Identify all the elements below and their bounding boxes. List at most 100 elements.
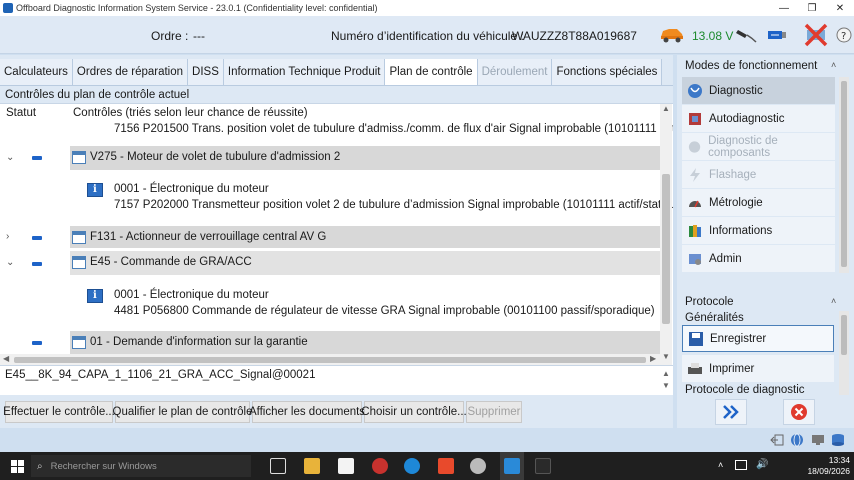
mode-metrologie[interactable]: Métrologie: [682, 189, 835, 216]
tab-calculateurs[interactable]: Calculateurs: [0, 59, 73, 85]
list-item[interactable]: 0001 - Électronique du moteur: [114, 289, 269, 301]
task-view-icon[interactable]: [270, 458, 286, 474]
chevron-down-icon[interactable]: ⌄: [6, 257, 14, 268]
mode-autodiagnostic[interactable]: Autodiagnostic: [682, 105, 835, 132]
database-icon[interactable]: [831, 433, 845, 447]
printer-icon: [688, 362, 702, 374]
car-icon: [661, 29, 683, 43]
windows-start-icon[interactable]: [11, 460, 24, 473]
edge-browser-icon[interactable]: [404, 458, 420, 474]
help-icon[interactable]: ?: [836, 26, 852, 44]
tab-plan-controle[interactable]: Plan de contrôle: [385, 59, 478, 85]
close-button[interactable]: ✕: [826, 0, 854, 16]
perform-control-button[interactable]: Effectuer le contrôle...: [3, 401, 115, 423]
file-explorer-icon[interactable]: [304, 458, 320, 474]
scroll-down-icon[interactable]: ▼: [662, 352, 670, 361]
protocol-scrollbar[interactable]: [839, 311, 849, 395]
logout-icon[interactable]: [770, 433, 784, 447]
qualify-plan-button[interactable]: Qualifier le plan de contrôle: [113, 401, 253, 423]
title-bar: Offboard Diagnostic Information System S…: [0, 0, 854, 16]
print-label: Imprimer: [709, 362, 755, 375]
list-item[interactable]: 7157 P202000 Transmetteur position volet…: [114, 199, 673, 211]
collapse-icon[interactable]: ˄: [831, 296, 836, 306]
status-indicator: [32, 156, 42, 160]
show-documents-button[interactable]: Afficher les documents: [249, 401, 365, 423]
save-label: Enregistrer: [710, 332, 767, 345]
save-button[interactable]: Enregistrer: [682, 325, 834, 352]
app-orange-icon[interactable]: [438, 458, 454, 474]
search-icon: ⌕: [37, 460, 43, 472]
odis-app-icon[interactable]: [504, 458, 520, 474]
group-header[interactable]: V275 - Moteur de volet de tubulure d'adm…: [70, 146, 660, 170]
horizontal-scrollbar[interactable]: ◀ ▶: [0, 354, 660, 365]
info-icon[interactable]: [87, 183, 103, 197]
list-item[interactable]: 0001 - Électronique du moteur: [114, 183, 269, 195]
mode-label: Flashage: [709, 168, 757, 181]
collapse-icon[interactable]: ˄: [831, 60, 836, 70]
store-icon[interactable]: [338, 458, 354, 474]
scroll-thumb[interactable]: [14, 357, 646, 363]
taskbar-clock[interactable]: 13:34 18/09/2026: [790, 455, 850, 477]
app-red-icon[interactable]: [372, 458, 388, 474]
navigation-bar: [677, 395, 854, 428]
monitor-icon[interactable]: [811, 433, 825, 447]
next-button[interactable]: [715, 399, 747, 425]
vci-connector-icon[interactable]: [735, 26, 757, 44]
mode-label: Métrologie: [709, 196, 763, 209]
chevron-right-icon[interactable]: ›: [6, 231, 9, 242]
restore-button[interactable]: ❐: [798, 0, 826, 16]
tab-diss[interactable]: DISS: [188, 59, 224, 85]
status-indicator: [32, 236, 42, 240]
scroll-up-icon[interactable]: ▲: [662, 104, 670, 113]
scroll-thumb[interactable]: [841, 81, 847, 267]
detail-box: E45__8K_94_CAPA_1_1106_21_GRA_ACC_Signal…: [0, 365, 673, 395]
modes-scrollbar[interactable]: [839, 77, 849, 273]
scroll-thumb[interactable]: [662, 174, 670, 324]
list-item[interactable]: 7156 P201500 Trans. position volet de tu…: [114, 123, 673, 135]
mode-label: Diagnostic de composants: [708, 134, 778, 159]
mode-admin[interactable]: Admin: [682, 245, 835, 272]
mode-diagnostic[interactable]: Diagnostic: [682, 77, 835, 104]
status-indicator: [32, 341, 42, 345]
tab-fonctions-speciales[interactable]: Fonctions spéciales: [552, 59, 663, 85]
scroll-right-icon[interactable]: ▶: [650, 354, 656, 363]
order-value: ---: [193, 29, 205, 43]
chevron-down-icon[interactable]: ⌄: [6, 152, 14, 163]
vertical-scrollbar[interactable]: ▲ ▼: [660, 104, 672, 365]
print-button[interactable]: Imprimer: [682, 355, 834, 382]
mode-label: Diagnostic: [709, 84, 763, 97]
disconnected-vehicle-icon[interactable]: [803, 22, 829, 48]
tab-bar: Calculateurs Ordres de réparation DISS I…: [0, 59, 663, 85]
network-icon[interactable]: [735, 460, 747, 470]
scroll-left-icon[interactable]: ◀: [3, 354, 9, 363]
group-header[interactable]: E45 - Commande de GRA/ACC: [70, 251, 660, 275]
floppy-disk-icon: [689, 331, 703, 346]
system-tray-icons[interactable]: ˄: [718, 460, 723, 470]
volume-icon[interactable]: 🔊: [756, 459, 768, 470]
group-header[interactable]: 01 - Demande d'information sur la garant…: [70, 331, 660, 355]
network-globe-icon[interactable]: [790, 433, 804, 447]
window-title: Offboard Diagnostic Information System S…: [16, 3, 378, 13]
list-item[interactable]: 4481 P056800 Commande de régulateur de v…: [114, 305, 655, 317]
group-header[interactable]: F131 - Actionneur de verrouillage centra…: [70, 226, 660, 248]
control-plan-list[interactable]: Statut Contrôles (triés selon leur chanc…: [0, 103, 673, 365]
vehicle-header: Ordre : --- Numéro d’identification du v…: [0, 16, 854, 54]
usb-icon[interactable]: [766, 26, 788, 44]
tab-ordres-reparation[interactable]: Ordres de réparation: [72, 59, 189, 85]
column-header-status[interactable]: Statut: [6, 107, 36, 119]
minimize-button[interactable]: —: [770, 0, 798, 16]
books-icon: [689, 224, 701, 237]
windows-taskbar: ⌕ Rechercher sur Windows ˄ 🔊 13:34 18/09…: [0, 452, 854, 480]
vw-icon[interactable]: [470, 458, 486, 474]
mode-informations[interactable]: Informations: [682, 217, 835, 244]
info-icon[interactable]: [87, 289, 103, 303]
cancel-button[interactable]: [783, 399, 815, 425]
taskbar-search[interactable]: ⌕ Rechercher sur Windows: [31, 455, 251, 477]
detail-scroll-icon[interactable]: ▲ ▼: [662, 368, 670, 392]
scroll-thumb[interactable]: [841, 315, 847, 355]
column-header-controls[interactable]: Contrôles (triés selon leur chance de ré…: [73, 107, 308, 119]
group-title: 01 - Demande d'information sur la garant…: [90, 336, 308, 348]
tab-information-technique[interactable]: Information Technique Produit: [223, 59, 386, 85]
choose-control-button[interactable]: Choisir un contrôle...: [361, 401, 467, 423]
app-dark-icon[interactable]: [535, 458, 551, 474]
